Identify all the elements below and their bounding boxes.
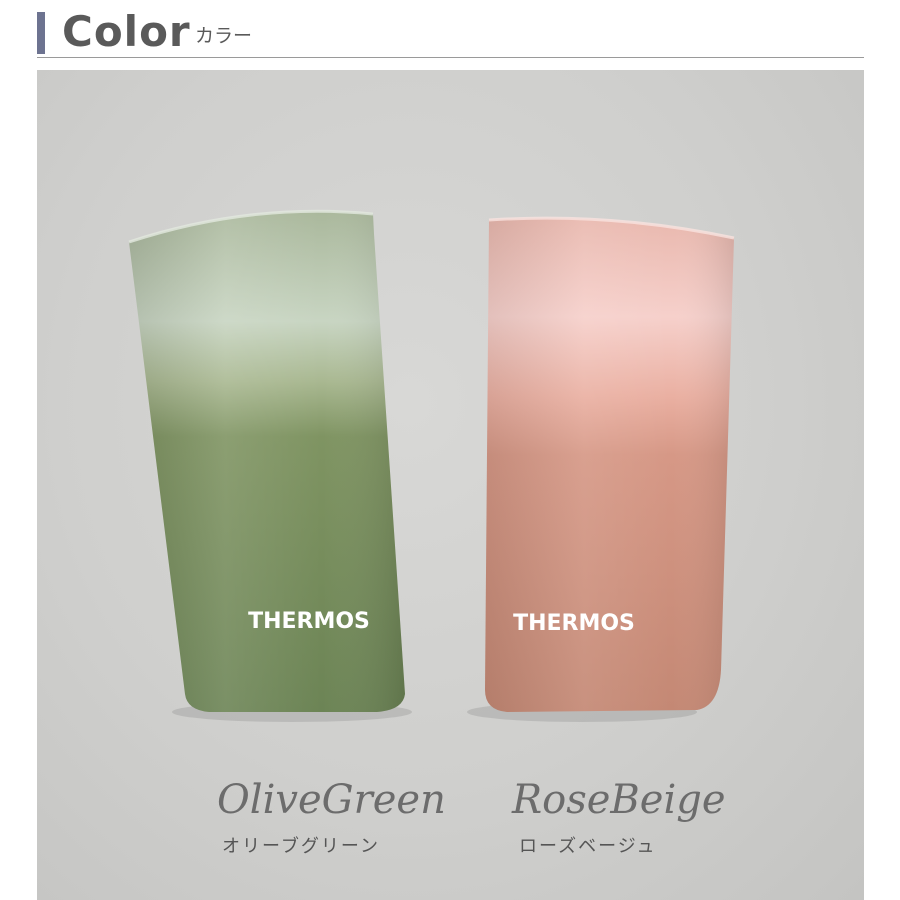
tumblers-illustration: THERMOS THERMOS: [128, 209, 735, 722]
brand-logo-rose: THERMOS: [513, 611, 635, 636]
rose-beige-script-label: RoseBeige: [512, 777, 726, 823]
brand-logo-green: THERMOS: [248, 609, 370, 634]
product-photo: THERMOS THERMOS OliveGreen オリーブグリーン Rose…: [37, 70, 864, 900]
rose-beige-tumbler: THERMOS: [485, 216, 735, 712]
header-divider: [37, 57, 864, 58]
header-accent-bar: [37, 12, 45, 54]
section-subtitle: カラー: [195, 25, 253, 47]
rose-beige-kana-label: ローズベージュ: [519, 836, 657, 857]
olive-green-script-label: OliveGreen: [217, 777, 446, 823]
section-header: Color カラー: [0, 0, 900, 70]
olive-green-tumbler: THERMOS: [128, 209, 405, 712]
section-title: Color: [62, 7, 191, 56]
olive-green-kana-label: オリーブグリーン: [222, 836, 381, 857]
